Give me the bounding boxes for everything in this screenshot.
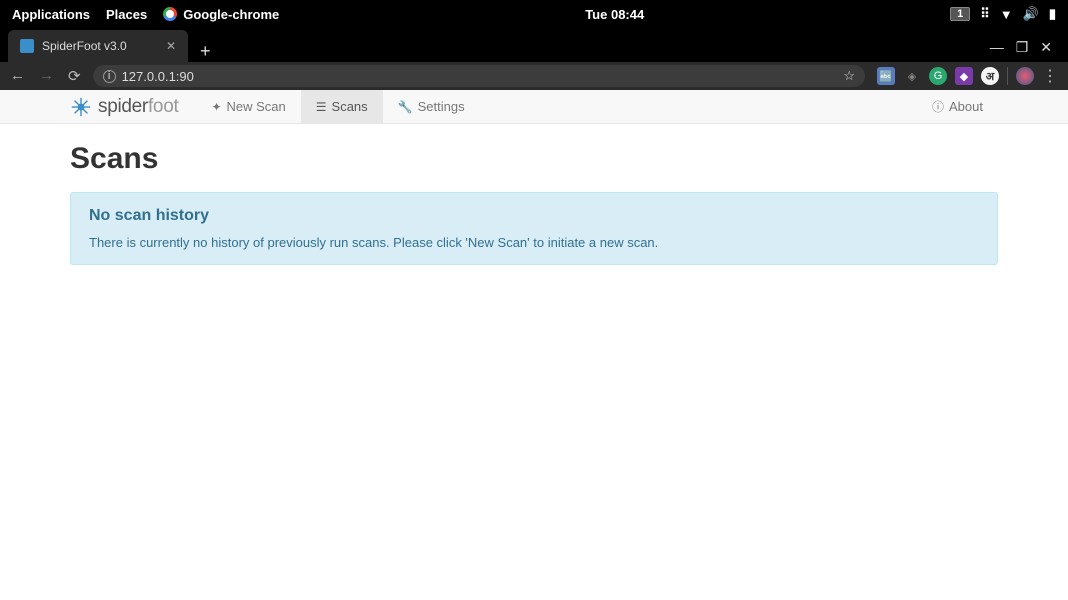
wrench-icon: 🔧: [398, 100, 413, 114]
nav-scans-label: Scans: [332, 99, 368, 114]
site-info-icon[interactable]: i: [103, 70, 116, 83]
nav-settings-label: Settings: [418, 99, 465, 114]
bookmark-star-icon[interactable]: ☆: [843, 68, 855, 84]
nav-new-scan-label: New Scan: [227, 99, 286, 114]
url-text: 127.0.0.1:90: [122, 69, 194, 84]
address-bar[interactable]: i 127.0.0.1:90 ☆: [93, 65, 865, 87]
os-menu-chrome[interactable]: Google-chrome: [163, 7, 279, 22]
extension-circle-icon[interactable]: [1016, 67, 1034, 85]
workspace-indicator[interactable]: 1: [950, 7, 970, 21]
os-clock[interactable]: Tue 08:44: [279, 7, 950, 22]
extension-grammarly-icon[interactable]: G: [929, 67, 947, 85]
extension-translate-icon[interactable]: 🔤: [877, 67, 895, 85]
brand-logo-link[interactable]: spiderfoot: [70, 90, 196, 123]
tab-title: SpiderFoot v3.0: [42, 39, 158, 53]
alert-title: No scan history: [89, 207, 979, 225]
nav-about-label: About: [949, 99, 983, 114]
list-icon: ☰: [316, 100, 327, 114]
spiderfoot-logo-icon: [70, 96, 92, 118]
os-top-bar: Applications Places Google-chrome Tue 08…: [0, 0, 1068, 28]
browser-tab[interactable]: SpiderFoot v3.0 ✕: [8, 30, 188, 62]
volume-icon[interactable]: 🔊: [1023, 6, 1039, 22]
info-icon: ⓘ: [932, 98, 944, 115]
window-maximize-icon[interactable]: ❐: [1016, 39, 1029, 56]
browser-tab-strip: SpiderFoot v3.0 ✕ + — ❐ ✕: [0, 28, 1068, 62]
window-close-icon[interactable]: ✕: [1040, 39, 1052, 56]
info-alert: No scan history There is currently no hi…: [70, 192, 998, 265]
app-navbar: spiderfoot ✦ New Scan ☰ Scans 🔧 Settings…: [0, 90, 1068, 124]
forward-button[interactable]: →: [39, 67, 54, 85]
os-menu-applications[interactable]: Applications: [12, 7, 90, 22]
toolbar-divider: [1007, 67, 1008, 85]
reload-button[interactable]: ⟳: [68, 67, 81, 85]
window-minimize-icon[interactable]: —: [990, 39, 1004, 56]
brand-text: spiderfoot: [98, 96, 178, 118]
chrome-icon: [163, 7, 177, 21]
nav-about[interactable]: ⓘ About: [917, 90, 998, 123]
back-button[interactable]: ←: [10, 67, 25, 85]
extension-shield-icon[interactable]: ◈: [903, 67, 921, 85]
page-content: Scans No scan history There is currently…: [0, 124, 1068, 283]
new-tab-button[interactable]: +: [188, 41, 223, 62]
alert-text: There is currently no history of previou…: [89, 235, 979, 250]
page-heading: Scans: [70, 142, 998, 176]
browser-toolbar: ← → ⟳ i 127.0.0.1:90 ☆ 🔤 ◈ G ◆ अ ⋮: [0, 62, 1068, 90]
tray-app-icon[interactable]: ⠿: [980, 6, 990, 22]
plus-icon: ✦: [211, 100, 221, 114]
tab-close-icon[interactable]: ✕: [166, 39, 176, 53]
tab-favicon: [20, 39, 34, 53]
extension-purple-icon[interactable]: ◆: [955, 67, 973, 85]
browser-menu-button[interactable]: ⋮: [1042, 66, 1058, 86]
battery-icon[interactable]: ▮: [1049, 6, 1056, 22]
os-menu-chrome-label: Google-chrome: [183, 7, 279, 22]
nav-scans[interactable]: ☰ Scans: [301, 90, 383, 123]
os-menu-places[interactable]: Places: [106, 7, 147, 22]
profile-avatar[interactable]: अ: [981, 67, 999, 85]
nav-new-scan[interactable]: ✦ New Scan: [196, 90, 300, 123]
wifi-icon[interactable]: ▼: [1000, 7, 1013, 22]
nav-settings[interactable]: 🔧 Settings: [383, 90, 480, 123]
